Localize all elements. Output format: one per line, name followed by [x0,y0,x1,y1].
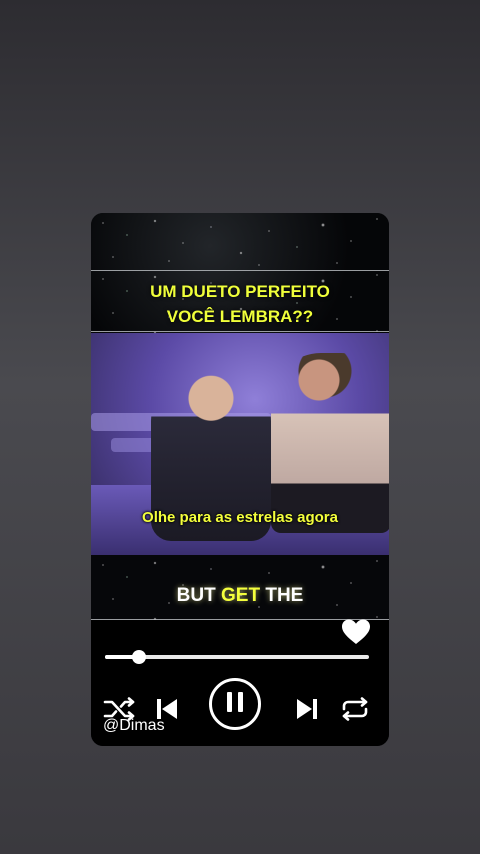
music-player-card: UM DUETO PERFEITO VOCÊ LEMBRA?? Olhe par… [91,213,389,746]
repeat-icon[interactable] [339,696,371,722]
lyric-word: BUT [176,585,216,606]
caption-line-1: UM DUETO PERFEITO [150,282,330,301]
pause-icon [226,691,244,717]
video-subtitle: Olhe para as estrelas agora [142,509,338,526]
divider-top [91,270,389,271]
watermark: @Dimas [103,717,165,734]
progress-bar[interactable] [105,650,369,664]
post-caption: UM DUETO PERFEITO VOCÊ LEMBRA?? [91,279,389,329]
lyric-word: THE [265,585,304,606]
heart-icon[interactable] [341,618,371,646]
singer-right [271,353,389,533]
lyric-word-highlighted: GET [221,585,261,606]
lyric-line: BUT GET THE [91,585,389,607]
divider-mid [91,331,389,332]
progress-knob[interactable] [132,650,147,664]
video-frame[interactable]: Olhe para as estrelas agora [91,333,389,555]
player-controls: @Dimas [91,618,389,746]
caption-line-2: VOCÊ LEMBRA?? [166,307,314,326]
pause-button[interactable] [209,678,261,730]
skip-next-icon[interactable] [295,696,319,722]
